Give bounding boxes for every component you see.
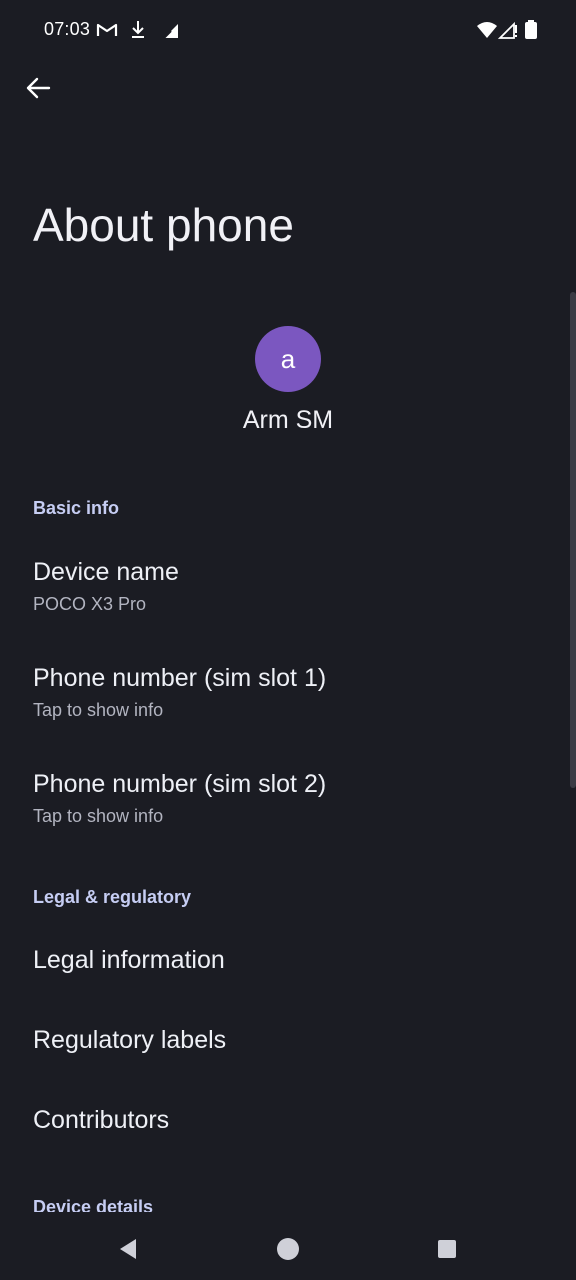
- signal-no-service-icon: [163, 24, 178, 39]
- back-triangle-icon: [120, 1239, 136, 1259]
- phone-number-sim2-title: Phone number (sim slot 2): [33, 770, 327, 798]
- phone-number-sim1-item[interactable]: Phone number (sim slot 1) Tap to show in…: [0, 652, 566, 748]
- home-circle-icon: [277, 1238, 299, 1260]
- gmail-icon: [96, 23, 118, 36]
- nav-recents-button[interactable]: [432, 1234, 462, 1264]
- wifi-icon: [477, 22, 497, 38]
- page-title: About phone: [33, 199, 294, 251]
- about-phone-screen: 07:03 About phone a Arm SM Basic info De…: [0, 0, 576, 1280]
- cellular-signal-icon: [498, 21, 517, 39]
- device-name-value: POCO X3 Pro: [33, 594, 147, 614]
- navigation-bar: [0, 1212, 576, 1280]
- phone-number-sim1-title: Phone number (sim slot 1): [33, 664, 327, 692]
- nav-home-button[interactable]: [273, 1234, 303, 1264]
- avatar[interactable]: a: [255, 326, 321, 392]
- recents-square-icon: [438, 1240, 456, 1258]
- legal-information-title: Legal information: [33, 946, 225, 974]
- device-name-item[interactable]: Device name POCO X3 Pro: [0, 546, 566, 642]
- phone-number-sim1-subtitle: Tap to show info: [33, 700, 164, 720]
- download-icon: [132, 21, 144, 38]
- contributors-item[interactable]: Contributors: [0, 1090, 566, 1160]
- regulatory-labels-item[interactable]: Regulatory labels: [0, 1010, 566, 1080]
- nav-back-button[interactable]: [113, 1234, 143, 1264]
- status-time: 07:03: [44, 19, 91, 39]
- phone-number-sim2-item[interactable]: Phone number (sim slot 2) Tap to show in…: [0, 758, 566, 854]
- back-button[interactable]: [18, 68, 58, 108]
- regulatory-labels-title: Regulatory labels: [33, 1026, 227, 1054]
- battery-icon: [525, 20, 537, 39]
- legal-information-item[interactable]: Legal information: [0, 930, 566, 1000]
- phone-number-sim2-subtitle: Tap to show info: [33, 806, 164, 826]
- arrow-left-icon: [26, 77, 51, 99]
- user-name: Arm SM: [242, 406, 334, 434]
- status-bar: 07:03: [0, 0, 576, 60]
- contributors-title: Contributors: [33, 1106, 170, 1134]
- scrollbar[interactable]: [570, 292, 576, 788]
- device-name-title: Device name: [33, 558, 179, 586]
- section-header-basic-info: Basic info: [33, 498, 120, 518]
- section-header-legal: Legal & regulatory: [33, 887, 192, 907]
